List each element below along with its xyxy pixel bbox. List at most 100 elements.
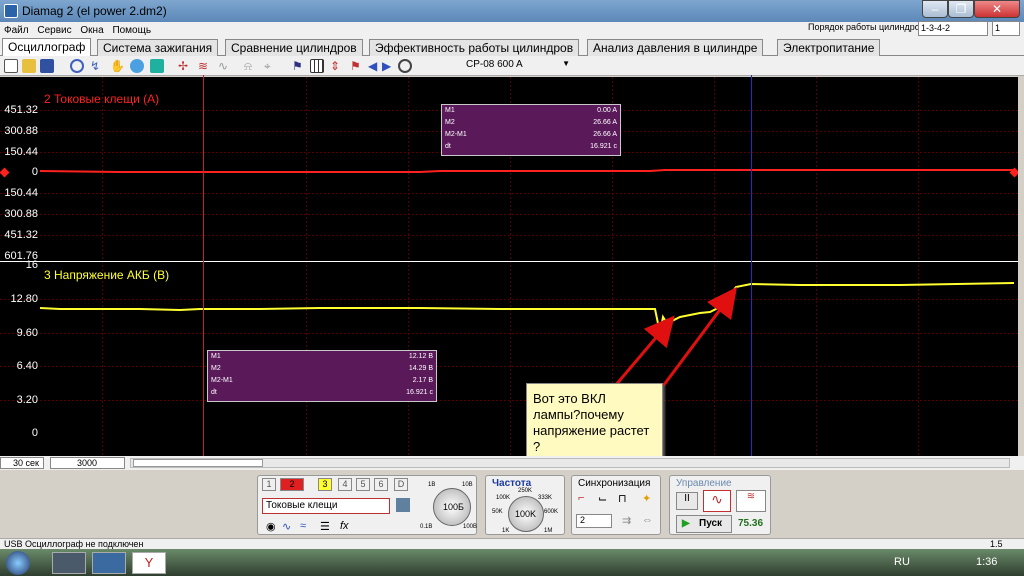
- filter-icon[interactable]: ⌖: [264, 59, 278, 73]
- oscilloscope-area[interactable]: 2 Токовые клещи (А) 451.32 300.88 150.44…: [0, 75, 1020, 456]
- sync-rise-icon[interactable]: ⌐: [578, 492, 584, 504]
- arrow-right-icon[interactable]: ▶: [382, 59, 396, 73]
- tab-oscilloscope[interactable]: Осциллограф: [2, 38, 92, 57]
- cursor-icon[interactable]: ↯: [90, 59, 104, 73]
- frequency-tick: 333K: [538, 495, 553, 501]
- vertical-scrollbar[interactable]: [1018, 77, 1024, 456]
- taskbar: Y RU 1:36: [0, 549, 1024, 576]
- wave2-icon[interactable]: ∿: [218, 59, 232, 73]
- probe-select-value: CP-08 600 A: [466, 59, 523, 70]
- noise-mode-icon[interactable]: ≋: [736, 490, 766, 512]
- wave-icon[interactable]: ≋: [198, 59, 212, 73]
- brush-icon[interactable]: ⚑: [292, 59, 306, 73]
- sync-channel-select[interactable]: 2: [576, 514, 612, 528]
- points-select[interactable]: 3000: [50, 457, 125, 469]
- tab-cylinder-compare[interactable]: Сравнение цилиндров: [225, 39, 363, 56]
- play-icon: ▶: [682, 518, 690, 529]
- timebase-bar: 30 сек 3000: [0, 456, 1024, 470]
- tab-ignition[interactable]: Система зажигания: [97, 39, 219, 56]
- gain-tick: 100В: [463, 524, 478, 530]
- control-title: Управление: [676, 478, 732, 489]
- zoom-icon[interactable]: [130, 59, 144, 73]
- gain-value: 100Б: [443, 502, 464, 512]
- bell-icon[interactable]: ⍾: [244, 59, 258, 73]
- timebase-value: 30 сек: [13, 458, 39, 468]
- cylinder-select[interactable]: 1: [992, 21, 1020, 36]
- cylinder-order-select[interactable]: 1-3-4-2: [918, 21, 988, 36]
- frequency-tick: 250K: [518, 488, 533, 494]
- sync-panel: Синхронизация ⌐ ⌙ ⊓ ✦ 2 ⇉ ⇔: [571, 475, 661, 535]
- channel-button-5[interactable]: 5: [356, 478, 370, 491]
- split-icon[interactable]: ✢: [178, 59, 192, 73]
- channel-button-1[interactable]: 1: [262, 478, 276, 491]
- sensor-select[interactable]: Токовые клещи: [262, 498, 390, 514]
- arrow-left-icon[interactable]: ◀: [368, 59, 382, 73]
- close-button[interactable]: ✕: [974, 0, 1020, 18]
- channel-button-3[interactable]: 3: [318, 478, 332, 491]
- compress-icon[interactable]: ⇕: [330, 59, 344, 73]
- minimize-button[interactable]: –: [922, 0, 948, 18]
- frequency-tick: 50K: [492, 509, 503, 515]
- channel-button-4[interactable]: 4: [338, 478, 352, 491]
- frequency-knob[interactable]: 100K: [508, 496, 544, 532]
- taskbar-app-diamag[interactable]: [92, 552, 126, 574]
- save-icon[interactable]: [40, 59, 54, 73]
- sync-auto-icon[interactable]: ✦: [642, 492, 651, 505]
- sync-arrows-icon[interactable]: ⇔: [642, 514, 653, 526]
- hand-icon[interactable]: ✋: [110, 59, 125, 73]
- pause-button[interactable]: II: [676, 492, 698, 510]
- sensor-config-icon[interactable]: [396, 498, 410, 512]
- waveform2-icon[interactable]: ≈: [300, 520, 306, 532]
- gain-tick: 1В: [428, 482, 436, 488]
- waveform-icon[interactable]: ∿: [282, 520, 291, 533]
- marker-icon[interactable]: [70, 59, 84, 73]
- menu-file[interactable]: Файл: [0, 22, 31, 36]
- status-bar: USB Осциллограф не подключен 1.5: [0, 538, 1024, 549]
- scroll-thumb[interactable]: [133, 459, 263, 467]
- start-button[interactable]: ▶ Пуск: [676, 515, 732, 533]
- gain-knob[interactable]: 100Б: [433, 488, 471, 526]
- gain-tick: 10В: [462, 482, 473, 488]
- frequency-tick: 1M: [544, 528, 553, 534]
- eye-icon[interactable]: ◉: [266, 520, 276, 533]
- sync-title: Синхронизация: [578, 478, 651, 489]
- maximize-button[interactable]: ❐: [948, 0, 974, 18]
- tab-power[interactable]: Электропитание: [777, 39, 881, 56]
- open-folder-icon[interactable]: [22, 59, 36, 73]
- start-menu-icon[interactable]: [6, 551, 30, 575]
- channel-button-d[interactable]: D: [394, 478, 408, 491]
- wave-mode-icon[interactable]: ∿: [703, 490, 731, 512]
- frequency-tick: 1K: [502, 528, 510, 534]
- menu-service[interactable]: Сервис: [33, 22, 73, 36]
- list-icon[interactable]: ☰: [320, 520, 330, 533]
- layers-icon[interactable]: [150, 59, 164, 73]
- probe-select[interactable]: CP-08 600 A ▼: [420, 59, 574, 73]
- points-value: 3000: [77, 458, 98, 468]
- tab-cylinder-efficiency[interactable]: Эффективность работы цилиндров: [369, 39, 580, 56]
- function-icon[interactable]: fx: [340, 520, 349, 532]
- language-indicator[interactable]: RU: [894, 556, 910, 568]
- timebase-select[interactable]: 30 сек: [0, 457, 44, 469]
- sync-split-icon[interactable]: ⇉: [622, 514, 631, 527]
- status-text: USB Осциллограф не подключен: [4, 539, 144, 549]
- tab-bar: Осциллограф Система зажигания Сравнение …: [0, 38, 1024, 57]
- control-panel: 1 2 3 4 5 6 D Токовые клещи ◉ ∿ ≈ ☰ fx 1…: [0, 470, 1024, 538]
- new-file-icon[interactable]: [4, 59, 18, 73]
- menu-help[interactable]: Помощь: [108, 22, 153, 36]
- control-subpanel: Управление II ∿ ≋ ▶ Пуск 75.36: [669, 475, 771, 535]
- table-icon[interactable]: [310, 59, 324, 73]
- settings-icon[interactable]: [398, 59, 412, 73]
- frequency-tick: 100K: [496, 495, 511, 501]
- sync-fall-icon[interactable]: ⌙: [598, 492, 607, 505]
- callout-note: Вот это ВКЛ лампы?почему напряжение раст…: [526, 383, 663, 463]
- horizontal-scrollbar[interactable]: [130, 458, 1010, 468]
- menu-windows[interactable]: Окна: [76, 22, 105, 36]
- flag-icon[interactable]: ⚑: [350, 59, 364, 73]
- channel-button-6[interactable]: 6: [374, 478, 388, 491]
- tab-pressure[interactable]: Анализ давления в цилиндре: [587, 39, 764, 56]
- taskbar-yandex-icon[interactable]: Y: [132, 552, 166, 574]
- channel-button-2[interactable]: 2: [280, 478, 304, 491]
- sync-pulse-icon[interactable]: ⊓: [618, 492, 627, 505]
- status-version: 1.5: [990, 539, 1003, 549]
- taskbar-app-1[interactable]: [52, 552, 86, 574]
